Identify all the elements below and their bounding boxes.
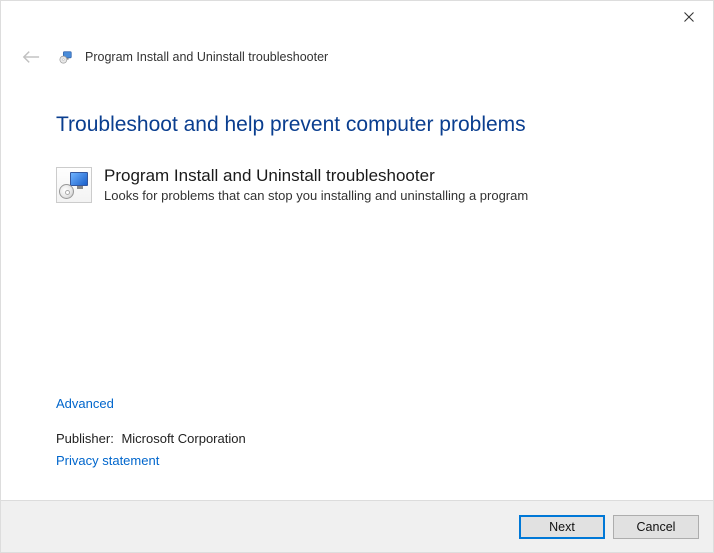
footer: Next Cancel [1,500,713,552]
program-title: Program Install and Uninstall troublesho… [104,165,528,186]
close-icon [684,12,694,22]
cancel-button[interactable]: Cancel [613,515,699,539]
program-text: Program Install and Uninstall troublesho… [104,165,528,203]
header-title: Program Install and Uninstall troublesho… [85,50,328,64]
lower-block: Advanced Publisher: Microsoft Corporatio… [56,395,246,470]
troubleshooter-program-icon [56,167,92,203]
next-button[interactable]: Next [519,515,605,539]
header-row: Program Install and Uninstall troublesho… [1,37,713,75]
advanced-link[interactable]: Advanced [56,396,114,411]
publisher-value: Microsoft Corporation [121,431,245,446]
arrow-left-icon [22,50,40,64]
main-heading: Troubleshoot and help prevent computer p… [56,113,658,137]
close-button[interactable] [669,3,709,31]
program-description: Looks for problems that can stop you ins… [104,188,528,203]
privacy-statement-link[interactable]: Privacy statement [56,453,159,468]
content-area: Troubleshoot and help prevent computer p… [1,75,713,203]
program-row: Program Install and Uninstall troublesho… [56,165,658,203]
publisher-label: Publisher: [56,431,114,446]
titlebar [1,1,713,37]
troubleshooter-header-icon [57,48,75,66]
back-button[interactable] [19,45,43,69]
publisher-row: Publisher: Microsoft Corporation [56,431,246,446]
